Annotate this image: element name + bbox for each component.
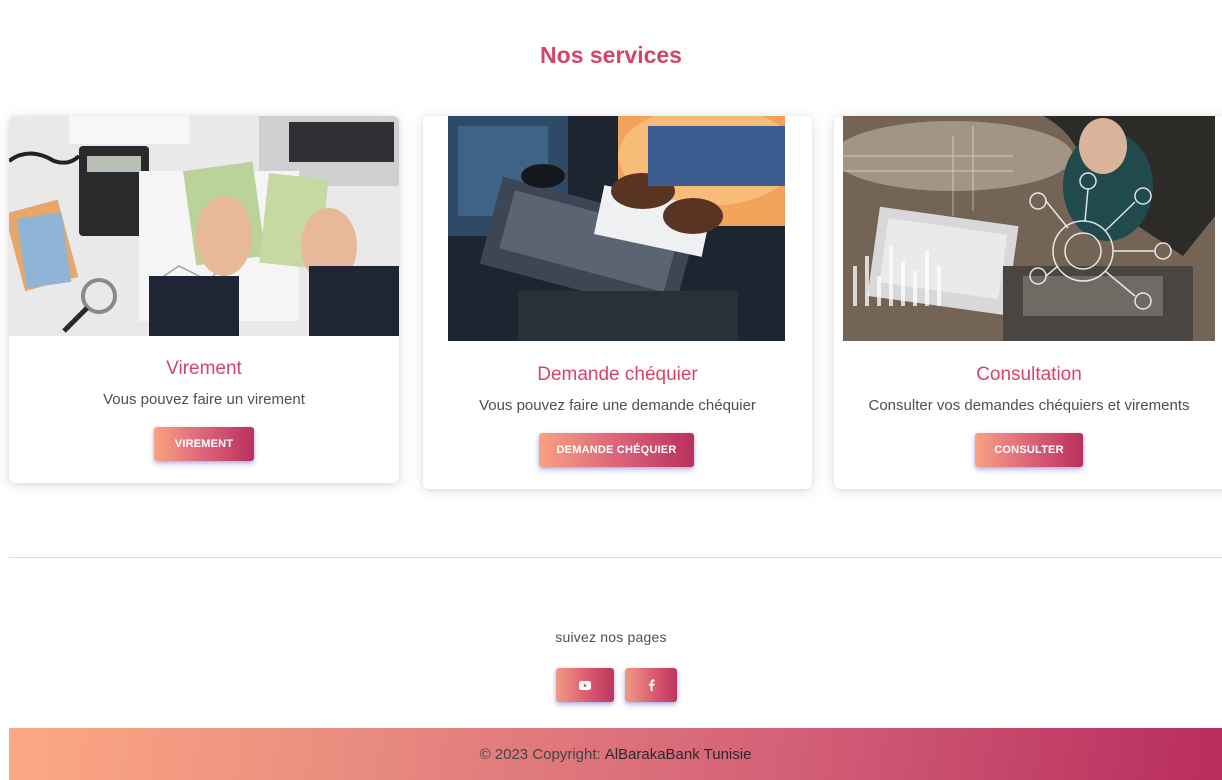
- consulter-button[interactable]: CONSULTER: [975, 433, 1083, 467]
- service-card-demande-chequier: Demande chéquier Vous pouvez faire une d…: [423, 116, 812, 489]
- facebook-icon: [648, 679, 655, 691]
- service-card-virement: Virement Vous pouvez faire un virement V…: [9, 116, 399, 483]
- section-divider: [9, 557, 1222, 558]
- youtube-icon: [579, 680, 591, 690]
- card-description: Vous pouvez faire un virement: [103, 391, 305, 408]
- brand-link[interactable]: AlBarakaBank Tunisie: [605, 746, 752, 763]
- service-card-consultation: Consultation Consulter vos demandes chéq…: [834, 116, 1222, 489]
- follow-label: suivez nos pages: [555, 629, 667, 645]
- card-title: Virement: [166, 358, 242, 379]
- copyright-text: © 2023 Copyright:: [479, 745, 601, 763]
- consultation-photo: [843, 116, 1215, 341]
- footer: © 2023 Copyright: AlBarakaBank Tunisie: [9, 728, 1222, 780]
- checkbook-photo: [448, 116, 785, 341]
- card-description: Consulter vos demandes chéquiers et vire…: [868, 397, 1190, 414]
- demande-chequier-button[interactable]: DEMANDE CHÉQUIER: [539, 433, 694, 467]
- card-title: Demande chéquier: [537, 364, 698, 385]
- section-title: Nos services: [540, 42, 682, 68]
- youtube-button[interactable]: [556, 668, 614, 702]
- money-photo: [9, 116, 399, 336]
- virement-button[interactable]: VIREMENT: [154, 427, 254, 461]
- card-description: Vous pouvez faire une demande chéquier: [479, 397, 756, 414]
- facebook-button[interactable]: [625, 668, 677, 702]
- card-title: Consultation: [976, 364, 1082, 385]
